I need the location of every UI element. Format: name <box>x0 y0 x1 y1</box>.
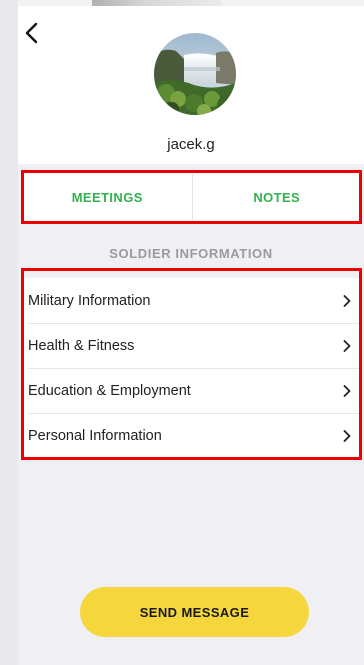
send-message-button[interactable]: SEND MESSAGE <box>80 587 309 637</box>
chevron-left-icon <box>25 22 38 44</box>
profile-header: jacek.g <box>18 6 364 164</box>
waterfall-landscape-image <box>154 33 236 115</box>
section-title: SOLDIER INFORMATION <box>109 246 273 261</box>
highlight-box-list <box>21 268 362 460</box>
avatar <box>154 33 236 115</box>
left-edge-strip <box>0 0 18 665</box>
username: jacek.g <box>167 136 215 153</box>
highlight-box-tabs <box>21 170 362 224</box>
back-button[interactable] <box>24 18 50 48</box>
